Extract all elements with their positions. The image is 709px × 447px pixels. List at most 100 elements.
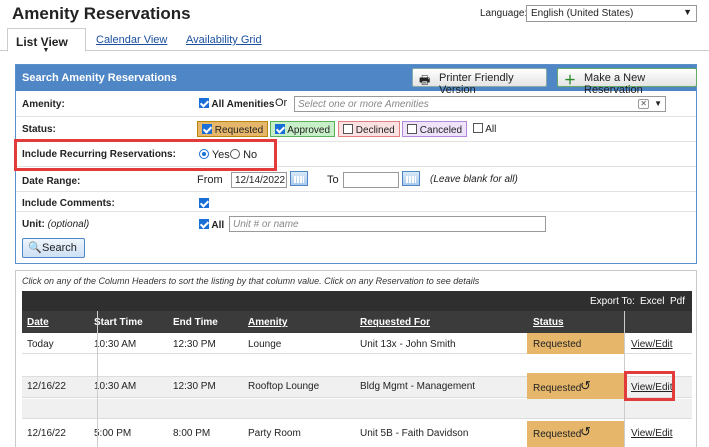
status-approved-label: Approved (287, 125, 331, 136)
from-label: From (197, 174, 223, 186)
unit-row: Unit: (optional) All Unit # or name (16, 213, 696, 235)
column-header-status[interactable]: Status (533, 317, 564, 328)
column-header-requested-for[interactable]: Requested For (360, 317, 430, 328)
caret-down-icon: ▼ (42, 47, 50, 54)
column-divider (97, 311, 98, 447)
status-declined-label: Declined (355, 125, 395, 136)
status-approved-checkbox[interactable] (275, 124, 285, 134)
row-start-time: 5:00 PM (94, 428, 132, 439)
status-badge: Requested (527, 333, 625, 354)
plus-icon: ＋ (564, 73, 577, 87)
tab-list-view[interactable]: List View ▼ (7, 28, 86, 54)
chevron-down-icon: ▼ (654, 99, 662, 108)
tab-availability-grid[interactable]: Availability Grid (186, 34, 262, 46)
table-row[interactable]: Today 10:30 AM 12:30 PM Lounge Unit 13x … (22, 333, 692, 354)
unit-placeholder: Unit # or name (233, 219, 299, 230)
row-date: 12/16/22 (27, 428, 66, 439)
status-canceled-checkbox[interactable] (407, 124, 417, 134)
date-range-label: Date Range: (22, 176, 81, 187)
status-all-option[interactable]: All (473, 123, 496, 135)
unit-label: Unit: (22, 219, 45, 230)
column-header-amenity[interactable]: Amenity (248, 317, 287, 328)
status-text: Requested (533, 339, 582, 350)
status-label: Status: (22, 124, 56, 135)
row-requested-for: Unit 5B - Faith Davidson (360, 428, 469, 439)
tab-calendar-view[interactable]: Calendar View (96, 34, 167, 46)
printer-friendly-button[interactable]: 🖶 Printer Friendly Version (412, 68, 547, 96)
row-end-time: 12:30 PM (173, 381, 216, 392)
row-start-time: 10:30 AM (94, 381, 137, 392)
calendar-icon[interactable] (290, 171, 308, 186)
row-start-time: 10:30 AM (94, 339, 137, 350)
row-date: 12/16/22 (27, 381, 66, 392)
page-title: Amenity Reservations (12, 4, 191, 23)
column-header-date[interactable]: Date (27, 317, 49, 328)
include-comments-row: Include Comments: (16, 192, 696, 212)
row-amenity: Party Room (248, 428, 301, 439)
include-comments-checkbox[interactable] (199, 198, 209, 208)
export-bar: Export To: Excel Pdf (22, 291, 692, 311)
export-excel-link[interactable]: Excel (640, 296, 664, 307)
recurring-highlight (14, 139, 277, 171)
recurring-icon: ↺ (580, 424, 591, 439)
status-declined-option[interactable]: Declined (338, 121, 400, 137)
status-canceled-option[interactable]: Canceled (402, 121, 468, 137)
unit-input[interactable]: Unit # or name (229, 216, 546, 232)
recurring-icon: ↺ (580, 378, 591, 393)
status-canceled-label: Canceled (419, 125, 463, 136)
amenity-multiselect[interactable]: Select one or more Amenities ✕ ▼ (294, 96, 666, 112)
date-range-hint: (Leave blank for all) (430, 174, 518, 185)
unit-all-checkbox[interactable] (199, 219, 209, 229)
all-amenities-checkbox[interactable] (199, 98, 209, 108)
to-date-input[interactable] (343, 172, 399, 188)
table-header: Date Start Time End Time Amenity Request… (22, 311, 692, 333)
clear-icon[interactable]: ✕ (638, 99, 649, 109)
results-panel: Click on any of the Column Headers to so… (15, 270, 697, 447)
unit-all-option[interactable]: All (199, 219, 224, 231)
table-row[interactable]: 12/16/22 10:30 AM 12:30 PM Rooftop Loung… (22, 373, 692, 402)
from-date-input[interactable]: 12/14/2022 (231, 172, 287, 188)
row-amenity: Rooftop Lounge (248, 381, 320, 392)
search-panel-title: Search Amenity Reservations (22, 72, 177, 84)
tab-bar: List View ▼ Calendar View Availability G… (0, 28, 709, 54)
unit-all-label: All (211, 220, 225, 231)
row-date: Today (27, 339, 54, 350)
status-badge: Requested ↺ (527, 421, 625, 447)
printer-icon: 🖶 (419, 73, 431, 87)
row-end-time: 12:30 PM (173, 339, 216, 350)
search-panel-header: Search Amenity Reservations 🖶 Printer Fr… (16, 65, 697, 96)
results-hint: Click on any of the Column Headers to so… (22, 276, 480, 286)
search-icon: 🔍 (28, 242, 42, 254)
status-requested-label: Requested (214, 125, 264, 136)
row-end-time: 8:00 PM (173, 428, 211, 439)
view-edit-link[interactable]: View/Edit (631, 339, 673, 350)
all-amenities-option[interactable]: All Amenities (199, 98, 274, 110)
search-button[interactable]: 🔍 Search (22, 238, 85, 258)
status-declined-checkbox[interactable] (343, 124, 353, 134)
new-reservation-button[interactable]: ＋ Make a New Reservation (557, 68, 697, 96)
from-date-value: 12/14/2022 (235, 175, 286, 186)
export-pdf-link[interactable]: Pdf (670, 296, 685, 307)
all-amenities-label: All Amenities (211, 99, 275, 110)
language-select[interactable]: English (United States) ▼ (526, 5, 697, 22)
table-row[interactable]: 12/16/22 5:00 PM 8:00 PM Party Room Unit… (22, 421, 692, 447)
row-requested-for: Bldg Mgmt - Management (360, 381, 476, 392)
calendar-icon[interactable] (402, 171, 420, 186)
view-edit-highlight (624, 371, 675, 401)
view-edit-link[interactable]: View/Edit (631, 428, 673, 439)
or-text: Or (275, 97, 288, 109)
unit-label-group: Unit: (optional) (22, 219, 89, 230)
status-approved-option[interactable]: Approved (270, 121, 336, 137)
amenity-row: Amenity: All Amenities Or Select one or … (16, 92, 696, 117)
status-requested-option[interactable]: Requested (197, 121, 269, 137)
status-requested-checkbox[interactable] (202, 124, 212, 134)
export-label: Export To: (590, 296, 635, 307)
row-requested-for: Unit 13x - John Smith (360, 339, 456, 350)
row-amenity: Lounge (248, 339, 282, 350)
column-header-start-time[interactable]: Start Time (94, 317, 143, 328)
amenity-label: Amenity: (22, 99, 65, 110)
chevron-down-icon: ▼ (683, 7, 692, 17)
status-text: Requested (533, 383, 582, 394)
status-all-checkbox[interactable] (473, 123, 483, 133)
column-header-end-time[interactable]: End Time (173, 317, 218, 328)
